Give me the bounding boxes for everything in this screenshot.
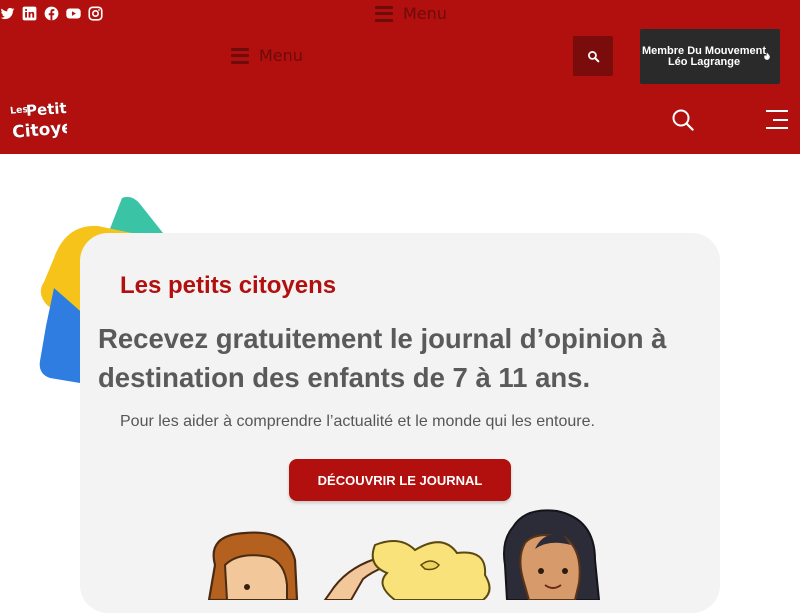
hero-title: Les petits citoyens <box>120 272 337 299</box>
menu-top-label: Menu <box>403 4 447 23</box>
twitter-icon[interactable] <box>0 6 15 21</box>
menu-icon <box>375 5 393 22</box>
menu-label: Menu <box>259 46 303 65</box>
facebook-icon[interactable] <box>44 6 59 21</box>
search-button[interactable] <box>573 36 613 76</box>
site-header: Menu Menu Membre Du Mouvement Léo Lagran… <box>0 0 800 154</box>
social-links <box>0 6 103 21</box>
hero-headline: Recevez gratuitement le journal d’opinio… <box>98 323 667 393</box>
membre-label: Membre Du Mouvement Léo Lagrange <box>641 44 767 68</box>
flame-icon <box>764 52 770 60</box>
search-icon[interactable] <box>671 108 695 132</box>
menu-toggle[interactable]: Menu <box>231 46 303 65</box>
search-icon <box>587 50 599 62</box>
kids-illustration <box>207 509 601 600</box>
svg-text:Citoyens: Citoyens <box>11 116 67 140</box>
linkedin-icon[interactable] <box>22 6 37 21</box>
menu-icon[interactable] <box>766 110 788 129</box>
discover-journal-button[interactable]: DÉCOUVRIR LE JOURNAL <box>289 459 511 501</box>
menu-toggle-top[interactable]: Menu <box>375 4 447 23</box>
les-petits-citoyens-logo[interactable]: Les Petits Citoyens <box>9 98 67 140</box>
hero-subtitle: Pour les aider à comprendre l’actualité … <box>120 413 595 430</box>
svg-text:Petits: Petits <box>25 98 67 119</box>
youtube-icon[interactable] <box>66 6 81 21</box>
instagram-icon[interactable] <box>88 6 103 21</box>
menu-icon <box>231 47 249 64</box>
membre-leo-lagrange-button[interactable]: Membre Du Mouvement Léo Lagrange <box>640 29 780 84</box>
